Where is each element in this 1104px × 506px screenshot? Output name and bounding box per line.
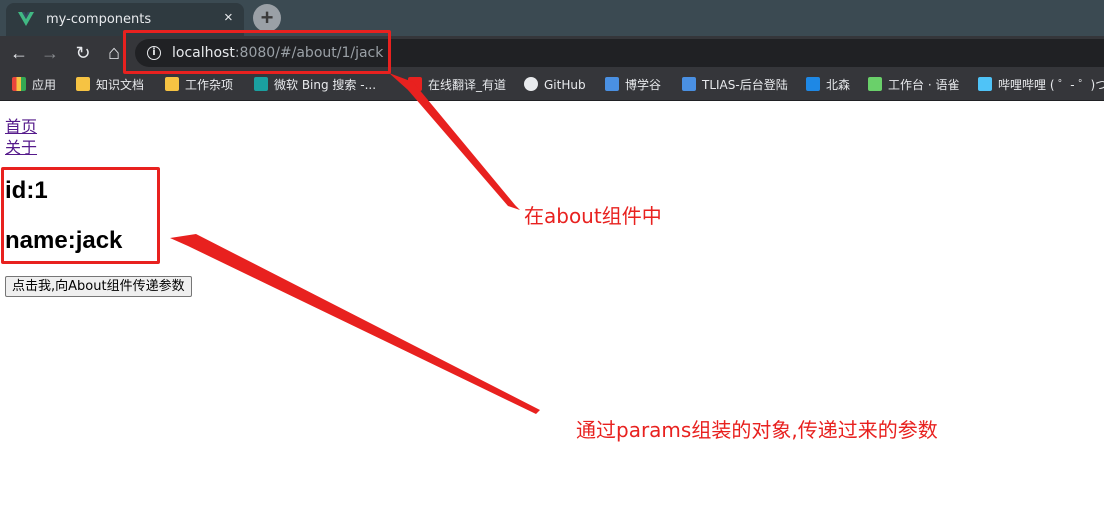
params-annotation: 通过params组装的对象,传递过来的参数 xyxy=(576,418,938,442)
arrow-to-params xyxy=(170,234,540,414)
about-annotation: 在about组件中 xyxy=(524,204,662,228)
annotation-arrows xyxy=(170,73,540,414)
arrow-to-url xyxy=(389,73,520,210)
